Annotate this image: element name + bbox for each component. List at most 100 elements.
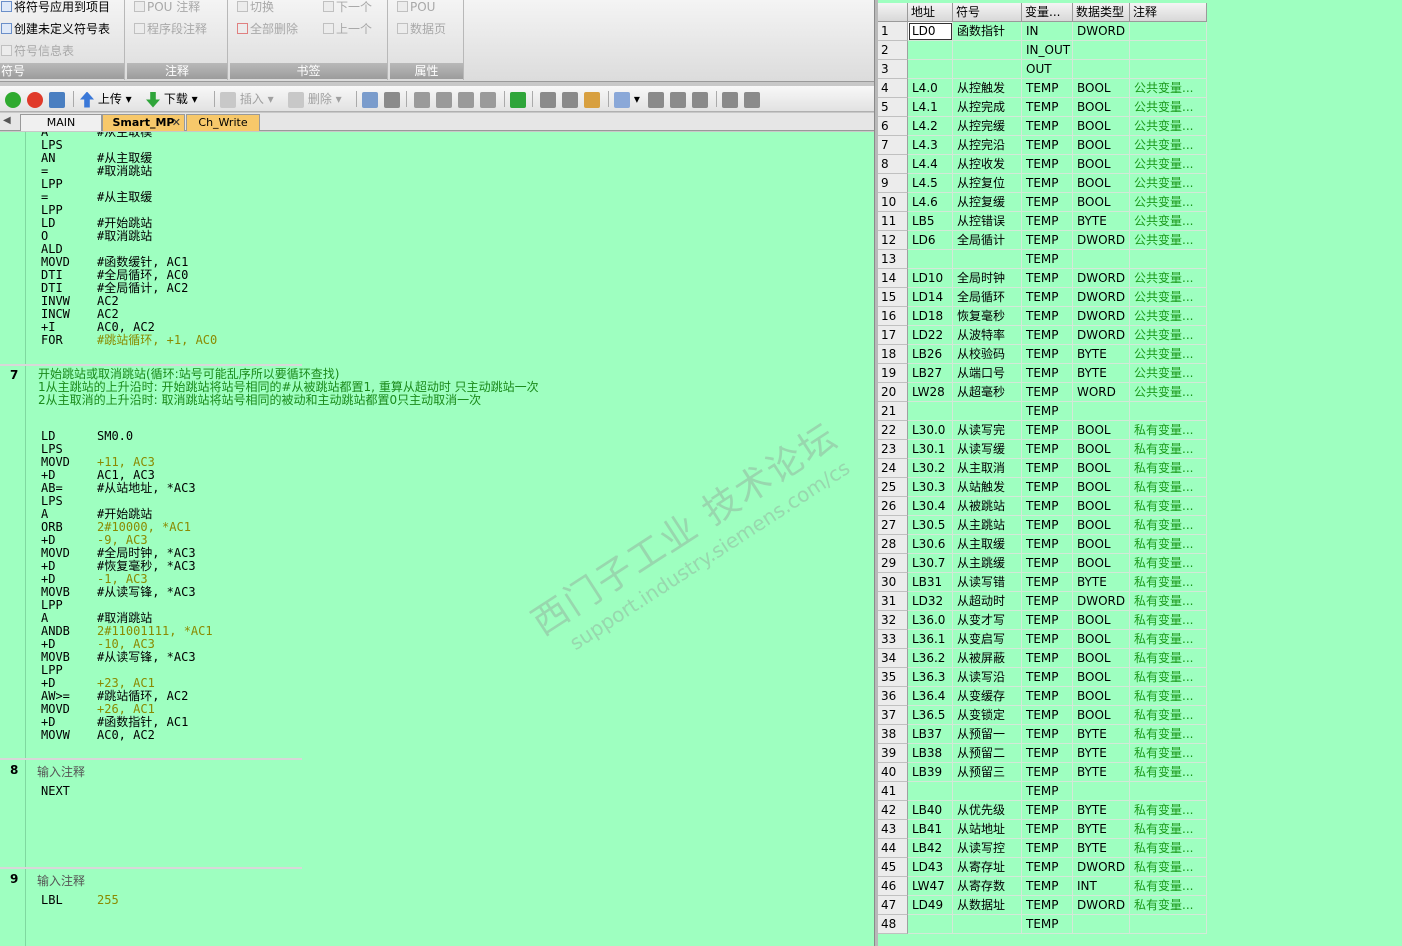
address-cell[interactable]: L30.3	[908, 478, 953, 497]
comment-cell[interactable]	[1130, 402, 1207, 421]
toolbar-tool-9[interactable]	[562, 90, 578, 108]
delete-button[interactable]: 删除 ▾	[288, 90, 342, 108]
property-pou-button[interactable]: POU	[396, 0, 435, 17]
run-button[interactable]	[5, 90, 21, 108]
address-cell[interactable]: LD43	[908, 858, 953, 877]
comment-cell[interactable]: 私有变量...	[1130, 497, 1207, 516]
toolbar-tool-4[interactable]	[436, 90, 452, 108]
symbol-cell[interactable]: 从控复缓	[953, 193, 1022, 212]
data-type-cell[interactable]: BOOL	[1073, 668, 1130, 687]
stl-instruction[interactable]: FOR #跳站循环, +1, AC0	[41, 334, 217, 347]
comment-cell[interactable]: 私有变量...	[1130, 611, 1207, 630]
symbol-cell[interactable]: 从数据址	[953, 896, 1022, 915]
comment-cell[interactable]: 私有变量...	[1130, 896, 1207, 915]
symbol-cell[interactable]: 从被跳站	[953, 497, 1022, 516]
address-cell[interactable]: L36.0	[908, 611, 953, 630]
var-type-cell[interactable]: TEMP	[1022, 649, 1073, 668]
address-cell[interactable]: L30.0	[908, 421, 953, 440]
toolbar-tool-11[interactable]: ▾	[614, 90, 640, 108]
var-type-cell[interactable]: TEMP	[1022, 136, 1073, 155]
address-cell[interactable]: L30.4	[908, 497, 953, 516]
data-type-cell[interactable]: BOOL	[1073, 687, 1130, 706]
var-type-cell[interactable]: TEMP	[1022, 801, 1073, 820]
symbol-cell[interactable]: 从主取缓	[953, 535, 1022, 554]
column-header[interactable]: 符号	[953, 3, 1022, 22]
data-type-cell[interactable]: BOOL	[1073, 554, 1130, 573]
download-button[interactable]: 下载 ▾	[146, 90, 198, 108]
comment-cell[interactable]: 私有变量...	[1130, 630, 1207, 649]
symbol-cell[interactable]: 从读写缓	[953, 440, 1022, 459]
comment-cell[interactable]: 私有变量...	[1130, 706, 1207, 725]
data-type-cell[interactable]	[1073, 782, 1130, 801]
symbol-cell[interactable]	[953, 402, 1022, 421]
symbol-cell[interactable]: 从控触发	[953, 79, 1022, 98]
data-type-cell[interactable]: BYTE	[1073, 744, 1130, 763]
var-type-cell[interactable]: TEMP	[1022, 877, 1073, 896]
symbol-cell[interactable]	[953, 915, 1022, 934]
var-type-cell[interactable]: TEMP	[1022, 744, 1073, 763]
var-type-cell[interactable]: TEMP	[1022, 402, 1073, 421]
symbol-cell[interactable]	[953, 782, 1022, 801]
comment-cell[interactable]: 公共变量...	[1130, 288, 1207, 307]
address-cell[interactable]: LB27	[908, 364, 953, 383]
comment-cell[interactable]: 公共变量...	[1130, 383, 1207, 402]
data-type-cell[interactable]: BOOL	[1073, 535, 1130, 554]
var-type-cell[interactable]: TEMP	[1022, 421, 1073, 440]
column-header[interactable]: 注释	[1130, 3, 1207, 22]
bookmark-prev-button[interactable]: 上一个	[322, 19, 372, 39]
comment-cell[interactable]: 私有变量...	[1130, 687, 1207, 706]
comment-cell[interactable]: 私有变量...	[1130, 839, 1207, 858]
stl-instruction[interactable]: MOVW AC0, AC2	[41, 729, 155, 742]
symbol-cell[interactable]: 从站地址	[953, 820, 1022, 839]
toolbar-tool-10[interactable]	[584, 90, 600, 108]
address-cell[interactable]	[908, 250, 953, 269]
var-type-cell[interactable]: TEMP	[1022, 288, 1073, 307]
data-type-cell[interactable]: WORD	[1073, 383, 1130, 402]
property-datapage-button[interactable]: 数据页	[396, 19, 446, 39]
segment-comment-button[interactable]: 程序段注释	[133, 19, 207, 39]
symbol-cell[interactable]: 从端口号	[953, 364, 1022, 383]
upload-button[interactable]: 上传 ▾	[80, 90, 132, 108]
data-type-cell[interactable]: DWORD	[1073, 288, 1130, 307]
symbol-cell[interactable]: 从预留三	[953, 763, 1022, 782]
bookmark-toggle-button[interactable]: 切换	[236, 0, 274, 17]
symbol-cell[interactable]	[953, 41, 1022, 60]
var-type-cell[interactable]: TEMP	[1022, 782, 1073, 801]
data-type-cell[interactable]: BYTE	[1073, 820, 1130, 839]
comment-cell[interactable]: 公共变量...	[1130, 212, 1207, 231]
var-type-cell[interactable]: TEMP	[1022, 706, 1073, 725]
stl-instruction[interactable]: LPS	[41, 495, 97, 508]
symbol-cell[interactable]: 从控收发	[953, 155, 1022, 174]
var-type-cell[interactable]: IN	[1022, 22, 1073, 41]
var-type-cell[interactable]: TEMP	[1022, 231, 1073, 250]
address-cell[interactable]: LD14	[908, 288, 953, 307]
stl-instruction[interactable]: NEXT	[41, 785, 97, 798]
address-cell[interactable]: L4.4	[908, 155, 953, 174]
address-cell[interactable]: L30.6	[908, 535, 953, 554]
var-type-cell[interactable]: TEMP	[1022, 326, 1073, 345]
address-cell[interactable]: LD18	[908, 307, 953, 326]
address-cell[interactable]: LB42	[908, 839, 953, 858]
comment-cell[interactable]: 公共变量...	[1130, 136, 1207, 155]
data-type-cell[interactable]: BOOL	[1073, 421, 1130, 440]
address-cell[interactable]: L4.2	[908, 117, 953, 136]
symbol-cell[interactable]: 从控完成	[953, 98, 1022, 117]
data-type-cell[interactable]: BOOL	[1073, 630, 1130, 649]
var-type-cell[interactable]: TEMP	[1022, 383, 1073, 402]
tab-ch-write[interactable]: Ch_Write	[186, 114, 260, 131]
column-header[interactable]: 地址	[908, 3, 953, 22]
address-cell[interactable]: L4.6	[908, 193, 953, 212]
symbol-cell[interactable]: 从被屏蔽	[953, 649, 1022, 668]
address-cell[interactable]: LB40	[908, 801, 953, 820]
address-cell[interactable]: L4.5	[908, 174, 953, 193]
var-type-cell[interactable]: TEMP	[1022, 725, 1073, 744]
symbol-cell[interactable]: 全局时钟	[953, 269, 1022, 288]
data-type-cell[interactable]: BYTE	[1073, 364, 1130, 383]
comment-cell[interactable]: 公共变量...	[1130, 193, 1207, 212]
var-type-cell[interactable]: TEMP	[1022, 858, 1073, 877]
comment-cell[interactable]: 私有变量...	[1130, 820, 1207, 839]
var-type-cell[interactable]: TEMP	[1022, 535, 1073, 554]
comment-cell[interactable]: 私有变量...	[1130, 801, 1207, 820]
data-type-cell[interactable]: BOOL	[1073, 497, 1130, 516]
address-cell[interactable]: LB37	[908, 725, 953, 744]
